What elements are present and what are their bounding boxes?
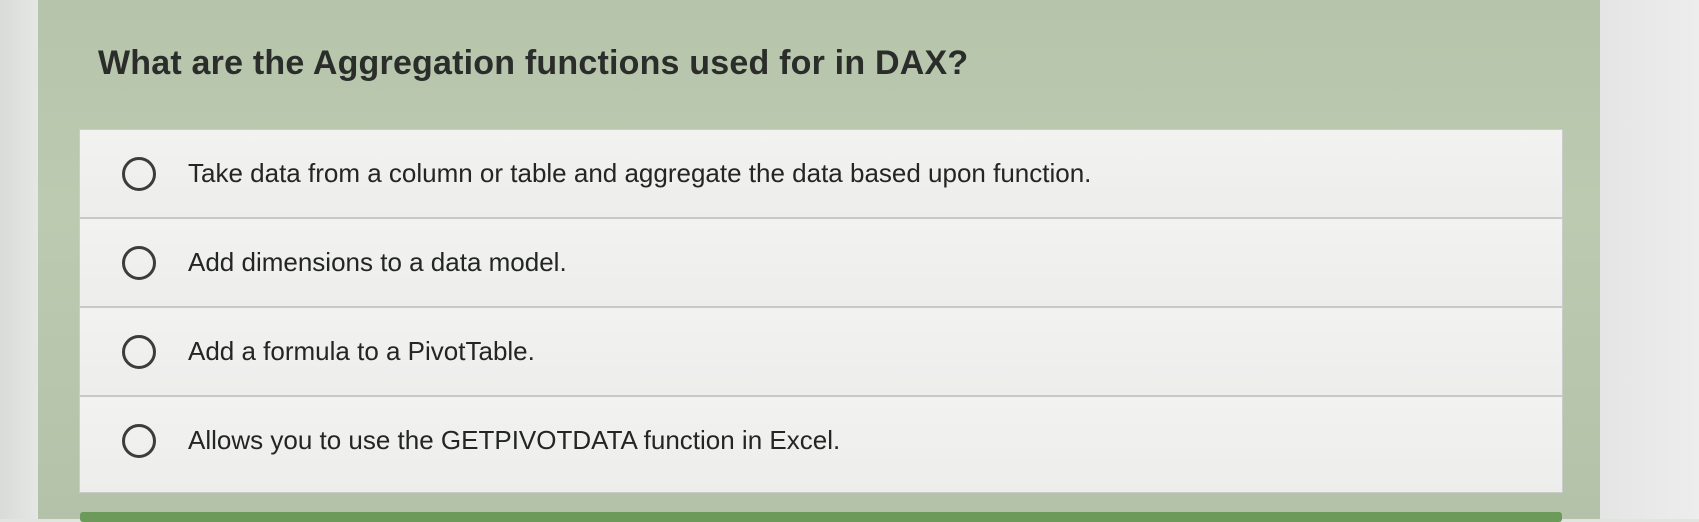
answer-option-4[interactable]: Allows you to use the GETPIVOTDATA funct… <box>80 397 1562 492</box>
radio-button-3[interactable] <box>122 335 156 369</box>
answer-option-1[interactable]: Take data from a column or table and agg… <box>80 130 1562 219</box>
answer-option-2[interactable]: Add dimensions to a data model. <box>80 219 1562 308</box>
right-margin <box>1600 0 1699 519</box>
radio-button-4[interactable] <box>122 424 156 458</box>
answer-label-4: Allows you to use the GETPIVOTDATA funct… <box>188 425 841 455</box>
answer-label-2: Add dimensions to a data model. <box>188 247 567 277</box>
left-margin <box>0 0 40 519</box>
radio-button-2[interactable] <box>122 246 156 280</box>
answer-label-1: Take data from a column or table and agg… <box>188 158 1092 188</box>
answer-option-3[interactable]: Add a formula to a PivotTable. <box>80 308 1562 397</box>
question-text: What are the Aggregation functions used … <box>98 44 969 82</box>
answer-options: Take data from a column or table and agg… <box>80 130 1562 492</box>
next-button-edge[interactable] <box>80 512 1562 522</box>
answer-label-3: Add a formula to a PivotTable. <box>188 336 535 366</box>
radio-button-1[interactable] <box>122 157 156 191</box>
